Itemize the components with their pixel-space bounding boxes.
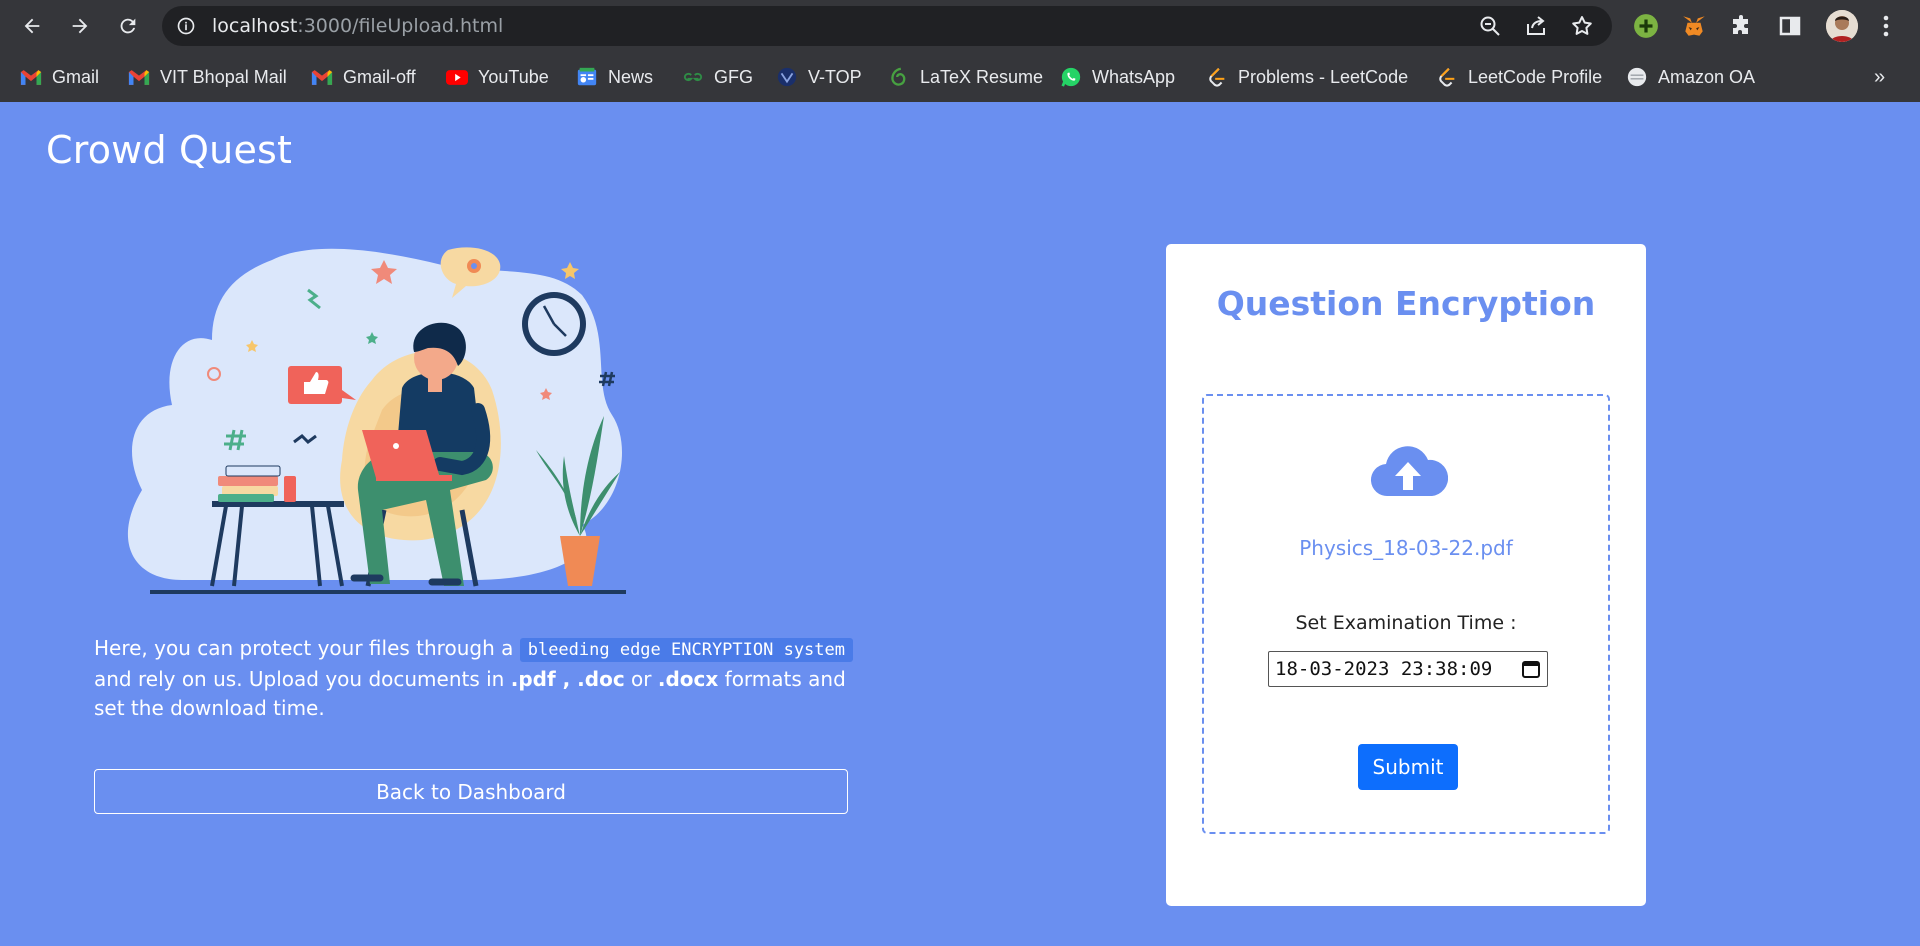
site-info-icon[interactable] [176,16,196,36]
description-text: Here, you can protect your files through… [94,636,520,660]
bookmark-label: GFG [714,66,753,87]
geeksforgeeks-icon [682,66,704,88]
leetcode-icon [1436,66,1458,88]
card-title: Question Encryption [1216,284,1596,323]
bookmark-label: YouTube [478,66,549,87]
bookmark-news[interactable]: News [576,64,653,90]
file-formats-text: .pdf , .doc [510,667,625,691]
datetime-value: 18-03-2023 23:38:09 [1275,658,1493,680]
selected-file-name: Physics_18-03-22.pdf [1299,536,1513,560]
metamask-fox-icon[interactable] [1680,12,1708,40]
leetcode-icon [1206,66,1228,88]
url-path: :3000/fileUpload.html [297,15,504,37]
youtube-icon [446,66,468,88]
bookmark-label: V-TOP [808,66,862,87]
back-arrow-icon[interactable] [16,10,48,42]
exam-time-label: Set Examination Time : [1295,612,1517,634]
more-bookmarks-icon[interactable]: » [1874,66,1885,89]
forward-arrow-icon[interactable] [64,10,96,42]
working-person-illustration [127,247,626,594]
bookmark-star-icon[interactable] [1570,14,1594,38]
bookmark-whatsapp[interactable]: WhatsApp [1060,64,1175,90]
bookmark-problems-leetcode[interactable]: Problems - LeetCode [1206,64,1408,90]
gmail-icon [311,66,333,88]
exam-datetime-input[interactable]: 18-03-2023 23:38:09 [1268,651,1548,687]
google-news-icon [576,66,598,88]
globe-icon [1626,66,1648,88]
bookmark-gmail[interactable]: Gmail [20,64,99,90]
bookmark-label: News [608,66,654,87]
calendar-icon[interactable] [1521,659,1541,679]
address-bar-url[interactable]: localhost:3000/fileUpload.html [212,15,503,37]
bookmark-amazon-oa[interactable]: Amazon OA [1626,64,1755,90]
bookmark-label: Gmail [52,66,100,87]
bookmark-label: Amazon OA [1658,66,1756,87]
bookmark-label: Problems - LeetCode [1238,66,1409,87]
submit-button[interactable]: Submit [1358,744,1458,790]
bookmark-latex-resume[interactable]: LaTeX Resume [888,64,1043,90]
whatsapp-icon [1060,66,1082,88]
gmail-icon [128,66,150,88]
bookmark-label: Gmail-off [343,66,416,87]
bookmark-label: LeetCode Profile [1468,66,1603,87]
zoom-icon[interactable] [1478,14,1502,38]
encryption-code-chip: bleeding edge ENCRYPTION system [519,638,853,662]
share-icon[interactable] [1524,14,1548,38]
bookmark-label: LaTeX Resume [920,66,1044,87]
profile-avatar[interactable] [1826,10,1858,42]
reload-icon[interactable] [112,10,144,42]
bookmark-gmail-off[interactable]: Gmail-off [311,64,416,90]
description-text: and rely on us. Upload you documents in [94,667,511,691]
file-format-docx-text: .docx [657,667,719,691]
bookmark-gfg[interactable]: GFG [682,64,753,90]
bookmark-label: WhatsApp [1092,66,1176,87]
address-bar[interactable]: localhost:3000/fileUpload.html [162,6,1612,46]
bookmark-v-top[interactable]: V-TOP [776,64,862,90]
description-text: or [624,667,658,691]
bookmarks-bar: Gmail VIT Bhopal Mail Gmail-off YouTube … [0,52,1920,102]
browser-menu-icon[interactable] [1876,12,1896,40]
extension-plus-icon[interactable] [1632,12,1660,40]
back-to-dashboard-button[interactable]: Back to Dashboard [94,769,848,814]
page-description: Here, you can protect your files through… [94,634,854,723]
url-host: localhost [212,15,298,37]
brand-title: Crowd Quest [46,128,293,172]
bookmark-vit-bhopal-mail[interactable]: VIT Bhopal Mail [128,64,287,90]
gmail-icon [20,66,42,88]
bookmark-youtube[interactable]: YouTube [446,64,549,90]
browser-chrome: localhost:3000/fileUpload.html Gmail VIT… [0,0,1920,102]
side-panel-icon[interactable] [1776,12,1804,40]
vtop-icon [776,66,798,88]
extensions-puzzle-icon[interactable] [1728,12,1756,40]
bookmark-leetcode-profile[interactable]: LeetCode Profile [1436,64,1602,90]
upload-card: Question Encryption Physics_18-03-22.pdf… [1166,244,1646,906]
bookmark-label: VIT Bhopal Mail [160,66,287,87]
cloud-upload-icon[interactable] [1368,440,1448,500]
browser-toolbar: localhost:3000/fileUpload.html [0,0,1920,52]
overleaf-icon [888,66,910,88]
file-dropzone[interactable]: Physics_18-03-22.pdf Set Examination Tim… [1202,394,1610,834]
